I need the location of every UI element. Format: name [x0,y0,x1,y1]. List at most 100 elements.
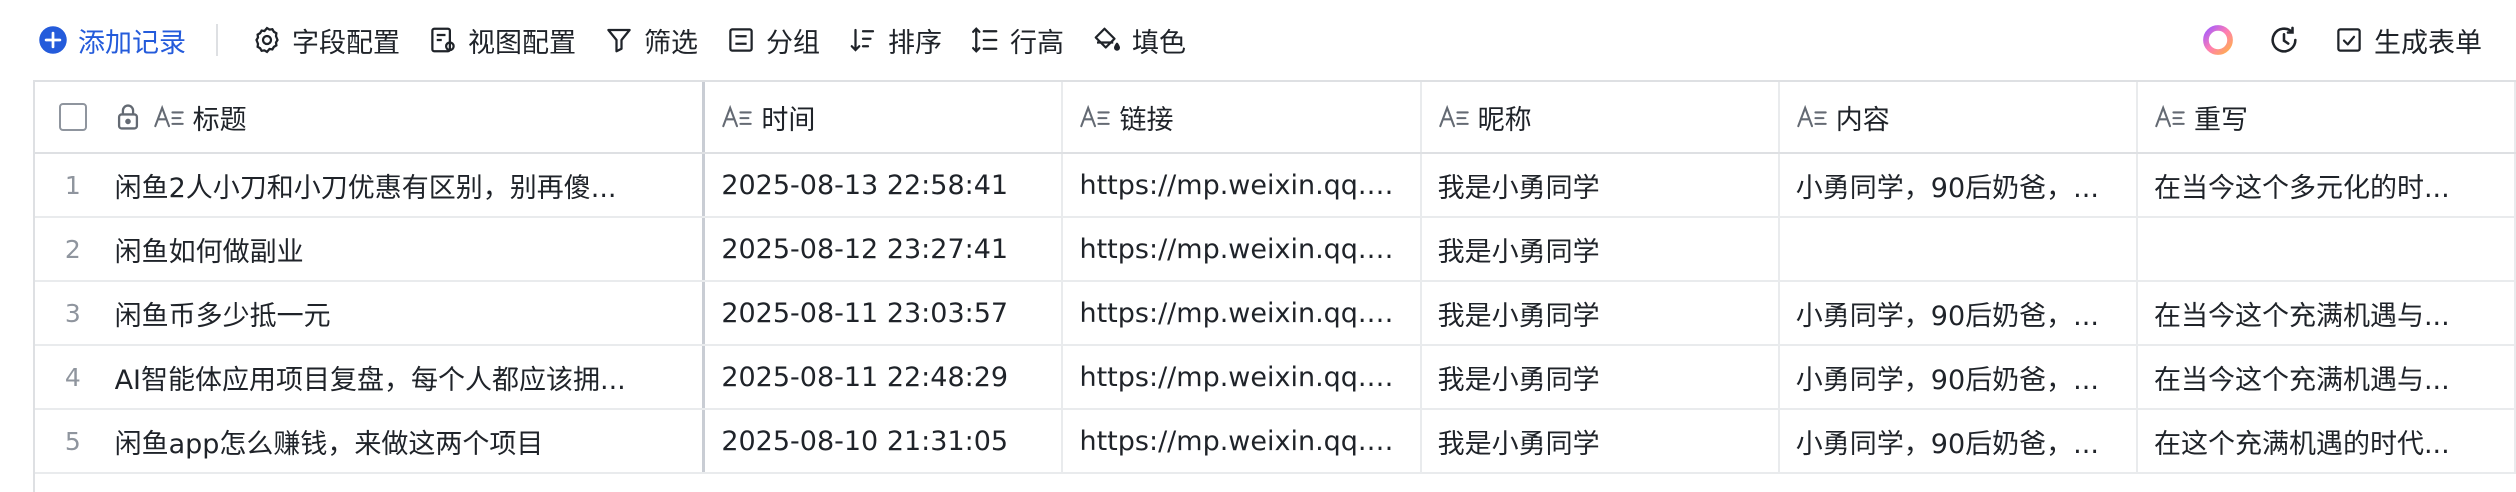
select-all-checkbox[interactable] [58,103,87,131]
cell-content[interactable] [1780,218,2138,280]
cell-title[interactable]: 闲鱼app怎么赚钱，来做这两个项目 [111,410,706,472]
text-field-icon [721,103,753,131]
row-height-label: 行高 [1010,27,1064,59]
cell-time[interactable]: 2025-08-12 23:27:41 [705,218,1064,280]
filter-label: 筛选 [644,27,698,59]
cell-nickname[interactable]: 我是小勇同学 [1422,346,1780,408]
group-icon [729,28,753,52]
row-index-text: 3 [64,298,81,328]
cell-nickname-text: 我是小勇同学 [1437,172,1600,204]
toolbar-right: 生成表单 [2178,0,2496,80]
cell-rewrite-text: 在当今这个多元化的时... [2153,172,2450,204]
table-row[interactable]: 4 AI智能体应用项目复盘，每个人都应该拥... 2025-08-11 22:48:… [35,346,2516,410]
table-row[interactable]: 5 闲鱼app怎么赚钱，来做这两个项目 2025-08-10 21:31:05 htt… [35,410,2516,474]
cell-link[interactable]: https://mp.weixin.qq.co... [1063,410,1422,472]
cell-link[interactable]: https://mp.weixin.qq.co... [1063,218,1422,280]
toolbar: 添加记录 字段配置 视图配置 筛选 分组 排序 行高 填色 生成表单 [0,0,2516,80]
cell-title[interactable]: 闲鱼2人小刀和小刀优惠有区别，别再傻... [111,154,706,216]
cell-content-text: 小勇同学，90后奶爸，... [1795,364,2099,396]
column-header-rewrite[interactable]: 重写 [2138,82,2516,152]
column-header-title[interactable]: 标题 [111,82,706,152]
cell-title[interactable]: AI智能体应用项目复盘，每个人都应该拥... [111,346,706,408]
cell-link[interactable]: https://mp.weixin.qq.co... [1063,282,1422,344]
row-index: 5 [35,410,111,472]
group-button[interactable]: 分组 [712,14,834,66]
table-row[interactable]: 3 闲鱼币多少抵一元 2025-08-11 23:03:57 https://mp.w… [35,282,2516,346]
cell-title-text: 闲鱼app怎么赚钱，来做这两个项目 [114,428,544,460]
field-config-button[interactable]: 字段配置 [238,14,414,66]
column-header-label: 链接 [1119,104,1174,136]
cell-time[interactable]: 2025-08-11 22:48:29 [705,346,1064,408]
group-label: 分组 [766,27,820,59]
cell-content[interactable]: 小勇同学，90后奶爸，... [1780,346,2138,408]
row-index: 2 [35,218,111,280]
ai-assistant-button[interactable] [2192,14,2244,66]
generate-form-label: 生成表单 [2374,27,2482,59]
cell-time-text: 2025-08-12 23:27:41 [721,233,1009,265]
cell-rewrite[interactable]: 在这个充满机遇的时代... [2138,410,2516,472]
table-row[interactable]: 1 闲鱼2人小刀和小刀优惠有区别，别再傻... 2025-08-13 22:58:4… [35,154,2516,218]
cell-nickname[interactable]: 我是小勇同学 [1422,218,1780,280]
generate-form-button[interactable]: 生成表单 [2320,14,2496,66]
cell-content[interactable]: 小勇同学，90后奶爸，... [1780,410,2138,472]
column-header-content[interactable]: 内容 [1780,82,2138,152]
sort-icon [850,28,875,52]
cell-content[interactable]: 小勇同学，90后奶爸，... [1780,282,2138,344]
view-config-label: 视图配置 [468,27,576,59]
toolbar-divider [216,24,218,56]
fill-color-button[interactable]: 填色 [1078,14,1200,66]
row-height-button[interactable]: 行高 [956,14,1078,66]
cell-nickname-text: 我是小勇同学 [1437,364,1600,396]
cell-content-text: 小勇同学，90后奶爸，... [1795,172,2099,204]
column-header-label: 时间 [761,104,816,136]
cell-link-text: https://mp.weixin.qq.co... [1079,233,1404,265]
cell-title[interactable]: 闲鱼如何做副业 [111,218,706,280]
cell-time-text: 2025-08-11 22:48:29 [721,361,1009,393]
cell-content[interactable]: 小勇同学，90后奶爸，... [1780,154,2138,216]
cell-content-text: 小勇同学，90后奶爸，... [1795,300,2099,332]
cell-nickname[interactable]: 我是小勇同学 [1422,410,1780,472]
cell-link-text: https://mp.weixin.qq.co... [1079,425,1404,457]
form-check-icon [2337,28,2361,52]
column-header-link[interactable]: 链接 [1063,82,1422,152]
column-header-label: 标题 [192,104,247,136]
cell-title-text: AI智能体应用项目复盘，每个人都应该拥... [114,364,626,396]
cell-link[interactable]: https://mp.weixin.qq.co... [1063,154,1422,216]
cell-nickname-text: 我是小勇同学 [1437,300,1600,332]
column-header-nickname[interactable]: 昵称 [1422,82,1780,152]
view-config-button[interactable]: 视图配置 [414,14,590,66]
cell-rewrite[interactable] [2138,218,2516,280]
cell-rewrite[interactable]: 在当今这个多元化的时... [2138,154,2516,216]
row-index: 3 [35,282,111,344]
row-height-icon [972,27,998,53]
ai-ring-icon [2203,25,2233,55]
column-header-time[interactable]: 时间 [705,82,1064,152]
column-header-label: 内容 [1835,104,1890,136]
cell-nickname[interactable]: 我是小勇同学 [1422,154,1780,216]
cell-link-text: https://mp.weixin.qq.co... [1079,361,1404,393]
cell-rewrite[interactable]: 在当今这个充满机遇与... [2138,282,2516,344]
filter-button[interactable]: 筛选 [590,14,712,66]
table-row[interactable]: 2 闲鱼如何做副业 2025-08-12 23:27:41 https://mp.we… [35,218,2516,282]
column-header-label: 重写 [2193,104,2248,136]
text-field-icon [1796,103,1828,131]
history-button[interactable] [2258,14,2310,66]
filter-icon [607,28,631,53]
cell-time[interactable]: 2025-08-10 21:31:05 [705,410,1064,472]
cell-time[interactable]: 2025-08-11 23:03:57 [705,282,1064,344]
column-header-label: 昵称 [1477,104,1532,136]
cell-nickname[interactable]: 我是小勇同学 [1422,282,1780,344]
row-index: 1 [35,154,111,216]
row-index-text: 5 [64,426,81,456]
lock-icon [115,103,141,131]
add-record-label: 添加记录 [78,27,186,59]
cell-link[interactable]: https://mp.weixin.qq.co... [1063,346,1422,408]
cell-rewrite[interactable]: 在当今这个充满机遇与... [2138,346,2516,408]
sort-button[interactable]: 排序 [834,14,956,66]
paint-bucket-icon [1094,27,1120,51]
cell-content-text: 小勇同学，90后奶爸，... [1795,428,2099,460]
cell-title[interactable]: 闲鱼币多少抵一元 [111,282,706,344]
field-config-label: 字段配置 [292,27,400,59]
cell-time[interactable]: 2025-08-13 22:58:41 [705,154,1064,216]
add-record-button[interactable]: 添加记录 [38,14,200,66]
